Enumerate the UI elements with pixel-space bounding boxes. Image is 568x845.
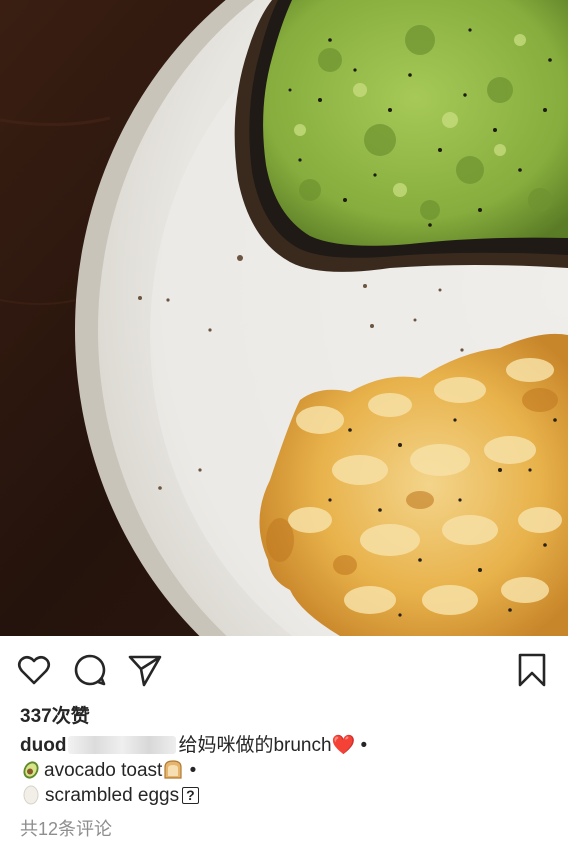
caption-line-2: avocado toast • <box>20 758 550 783</box>
post-caption: duod 给妈咪做的brunch❤️ • avocado toast • scra… <box>20 733 550 808</box>
caption-line-3: scrambled eggs? <box>20 783 550 808</box>
caption-avocado-toast: avocado toast <box>44 760 163 781</box>
separator-dot: • <box>360 735 368 756</box>
view-comments-link[interactable]: 共12条评论 <box>20 815 112 841</box>
avocado-emoji-icon <box>20 758 42 780</box>
bookmark-icon[interactable] <box>514 652 550 688</box>
likes-count[interactable]: 337次赞 <box>20 701 90 728</box>
caption-scrambled-eggs: scrambled eggs <box>45 785 180 806</box>
separator-dot: • <box>189 760 197 781</box>
bread-emoji-icon <box>162 758 184 780</box>
caption-title: 给妈咪做的brunch <box>178 735 332 756</box>
heart-emoji-icon: ❤️ <box>331 735 356 756</box>
post-photo[interactable] <box>0 0 568 636</box>
heart-icon[interactable] <box>16 652 52 688</box>
comment-icon[interactable] <box>72 652 108 688</box>
egg-emoji-icon <box>20 783 42 805</box>
username[interactable]: duod <box>20 735 66 756</box>
unknown-emoji-placeholder: ? <box>182 787 199 804</box>
caption-line-1: duod 给妈咪做的brunch❤️ • <box>20 733 550 758</box>
send-icon[interactable] <box>127 652 163 688</box>
brunch-photo-illustration <box>0 0 568 636</box>
redacted-username-blur <box>68 736 177 754</box>
post-action-bar <box>0 636 568 702</box>
